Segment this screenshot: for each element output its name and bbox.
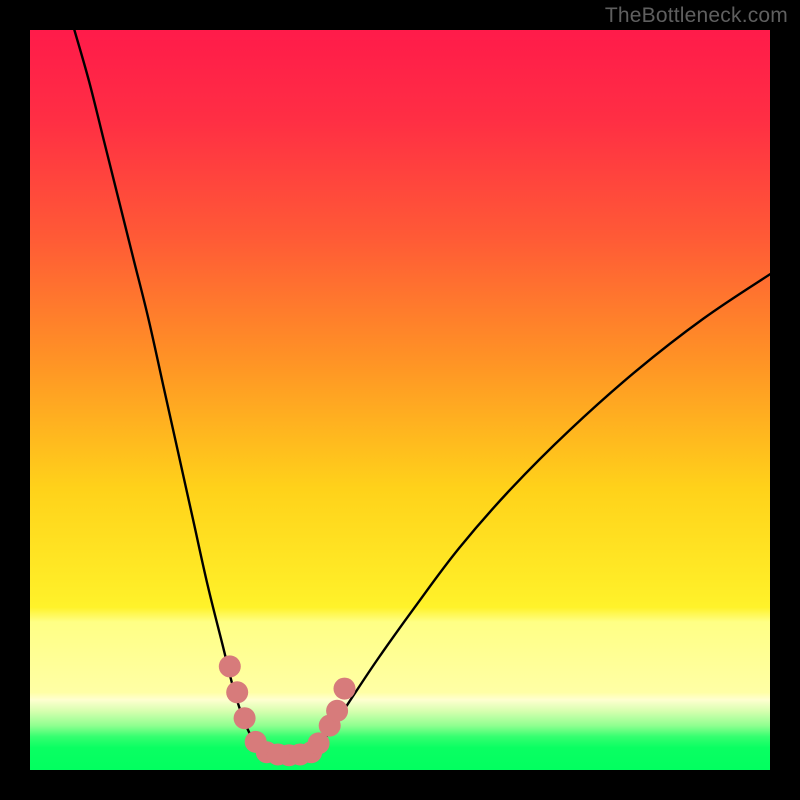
plot-area [30, 30, 770, 770]
data-marker [326, 700, 348, 722]
data-marker [334, 678, 356, 700]
watermark-text: TheBottleneck.com [605, 4, 788, 28]
data-marker [219, 655, 241, 677]
curve-layer [30, 30, 770, 770]
chart-frame: TheBottleneck.com [0, 0, 800, 800]
data-marker [234, 707, 256, 729]
data-markers [219, 655, 356, 766]
data-marker [226, 681, 248, 703]
bottleneck-curve [74, 30, 770, 755]
